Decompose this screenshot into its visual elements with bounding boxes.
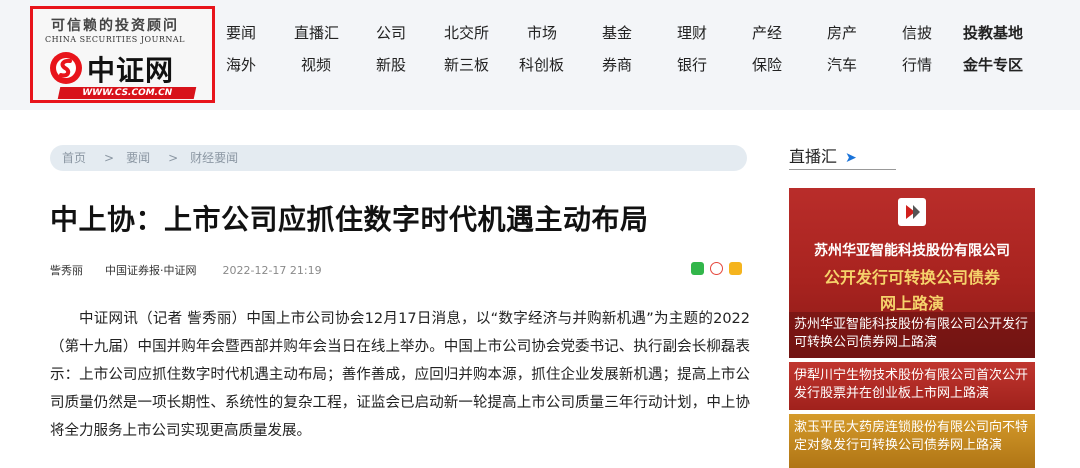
- logo-name: 中证网: [87, 54, 175, 87]
- nav-item-chanjing[interactable]: 产经: [752, 22, 782, 43]
- live-heading[interactable]: 直播汇 ➤: [789, 143, 857, 167]
- company-logo-icon: [898, 198, 926, 226]
- live-card-caption[interactable]: 伊犁川宁生物技术股份有限公司首次公开发行股票并在创业板上市网上路演: [794, 367, 1032, 403]
- nav-item-yinhang[interactable]: 银行: [677, 54, 707, 75]
- nav-item-jijin[interactable]: 基金: [602, 22, 632, 43]
- nav-item-xingu[interactable]: 新股: [376, 54, 406, 75]
- live-card-banner-title: 苏州华亚智能科技股份有限公司: [814, 243, 1010, 259]
- live-card-1[interactable]: 苏州华亚智能科技股份有限公司 公开发行可转换公司债券 网上路演 苏州华亚智能科技…: [789, 188, 1035, 358]
- nav-item-beijiaosuo[interactable]: 北交所: [444, 22, 489, 43]
- live-card-banner-subtitle: 公开发行可转换公司债券: [823, 268, 1000, 287]
- nav-item-qiche[interactable]: 汽车: [827, 54, 857, 75]
- breadcrumb-level2[interactable]: 财经要闻: [190, 145, 238, 171]
- nav-item-hangqing[interactable]: 行情: [902, 54, 932, 75]
- logo-journal: CHINA SECURITIES JOURNAL: [45, 35, 185, 44]
- qzone-icon[interactable]: [729, 262, 743, 275]
- live-heading-underline: [789, 169, 896, 170]
- weibo-icon[interactable]: [710, 262, 724, 275]
- wechat-icon[interactable]: [691, 262, 704, 275]
- article-author: 訾秀丽: [50, 264, 83, 277]
- article-title: 中上协：上市公司应抓住数字时代机遇主动布局: [50, 203, 649, 236]
- arrow-right-icon: ➤: [845, 150, 857, 166]
- site-logo[interactable]: 可信赖的投资顾问 CHINA SECURITIES JOURNAL 中证网 WW…: [30, 6, 215, 103]
- nav-item-zhibohui[interactable]: 直播汇: [294, 22, 339, 43]
- nav-item-kechuangban[interactable]: 科创板: [519, 54, 564, 75]
- share-bar: [691, 262, 743, 276]
- nav-row-2: 海外 视频 新股 新三板 科创板 券商 银行 保险 汽车 行情 金牛专区: [214, 54, 1044, 86]
- article-meta: 訾秀丽 中国证券报·中证网 2022-12-17 21:19: [50, 262, 322, 278]
- nav-item-licai[interactable]: 理财: [677, 22, 707, 43]
- logo-slogan: 可信赖的投资顾问: [51, 18, 179, 34]
- nav-item-yaowen[interactable]: 要闻: [226, 22, 256, 43]
- nav-item-jinniu[interactable]: 金牛专区: [963, 54, 1023, 75]
- live-heading-label: 直播汇: [789, 147, 838, 166]
- breadcrumb-separator: >: [168, 151, 179, 165]
- nav-item-gongsi[interactable]: 公司: [376, 22, 406, 43]
- nav-item-fangchan[interactable]: 房产: [827, 22, 857, 43]
- breadcrumb: 首页 > 要闻 > 财经要闻: [50, 145, 747, 171]
- nav-item-baoxian[interactable]: 保险: [752, 54, 782, 75]
- nav-item-quanshang[interactable]: 券商: [602, 54, 632, 75]
- article-time: 2022-12-17 21:19: [222, 264, 322, 277]
- nav-item-toujiao[interactable]: 投教基地: [963, 22, 1023, 43]
- nav-item-xinpi[interactable]: 信披: [902, 22, 932, 43]
- breadcrumb-level1[interactable]: 要闻: [126, 145, 150, 171]
- article-body: 中证网讯（记者 訾秀丽）中国上市公司协会12月17日消息，以“数字经济与并购新机…: [50, 311, 750, 439]
- breadcrumb-home[interactable]: 首页: [62, 145, 86, 171]
- live-card-2[interactable]: 伊犁川宁生物技术股份有限公司首次公开发行股票并在创业板上市网上路演: [789, 362, 1035, 410]
- nav-row-1: 要闻 直播汇 公司 北交所 市场 基金 理财 产经 房产 信披 投教基地: [214, 22, 1044, 54]
- logo-emblem-icon: [50, 52, 82, 84]
- article-source: 中国证券报·中证网: [105, 264, 197, 277]
- live-card-3[interactable]: 漱玉平民大药房连锁股份有限公司向不特定对象发行可转换公司债券网上路演: [789, 414, 1035, 468]
- site-header: 可信赖的投资顾问 CHINA SECURITIES JOURNAL 中证网 WW…: [0, 0, 1080, 110]
- live-card-banner-subtitle-2: 网上路演: [879, 294, 944, 313]
- nav-item-haiwai[interactable]: 海外: [226, 54, 256, 75]
- live-card-caption[interactable]: 漱玉平民大药房连锁股份有限公司向不特定对象发行可转换公司债券网上路演: [794, 419, 1032, 455]
- nav-item-xinsanban[interactable]: 新三板: [444, 54, 489, 75]
- nav-item-shichang[interactable]: 市场: [527, 22, 557, 43]
- breadcrumb-separator: >: [104, 151, 115, 165]
- main-nav: 要闻 直播汇 公司 北交所 市场 基金 理财 产经 房产 信披 投教基地 海外 …: [214, 22, 1044, 86]
- nav-item-shipin[interactable]: 视频: [301, 54, 331, 75]
- logo-url: WWW.CS.COM.CN: [57, 87, 197, 99]
- live-card-caption[interactable]: 苏州华亚智能科技股份有限公司公开发行可转换公司债券网上路演: [794, 316, 1032, 352]
